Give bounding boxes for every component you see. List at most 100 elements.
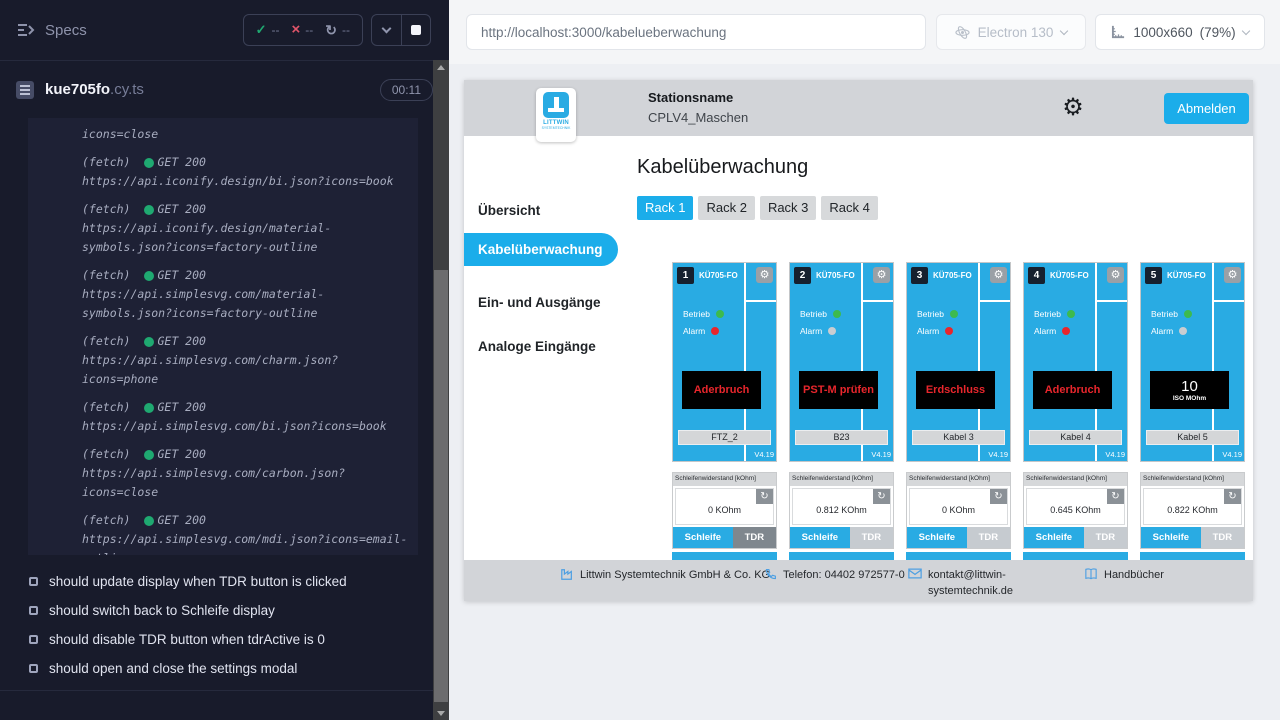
alarm-label: Alarm [1034, 326, 1056, 336]
test-item[interactable]: should disable TDR button when tdrActive… [0, 625, 449, 654]
log-entry[interactable]: (fetch)GET 200https://api.iconify.design… [82, 200, 408, 257]
resistance-panel-label: Schleifenwiderstand [kOhm] [790, 473, 893, 486]
resistance-display: ↻0 KOhm [909, 488, 1008, 525]
http-status: GET 200 [157, 398, 205, 417]
stop-button[interactable] [401, 15, 430, 45]
log-fetch-row: (fetch)GET 200 [82, 398, 408, 417]
log-entry[interactable]: (fetch)GET 200https://api.simplesvg.com/… [82, 266, 408, 323]
runner-scrollbar[interactable] [433, 60, 449, 720]
device-model: KÜ705-FO [933, 271, 972, 280]
rack-tabs: Rack 1Rack 2Rack 3Rack 4 [637, 196, 878, 220]
electron-icon [955, 25, 970, 40]
resistance-panel-label: Schleifenwiderstand [kOhm] [1024, 473, 1127, 486]
settings-gear-icon[interactable]: ⚙ [1060, 94, 1086, 120]
log-entry[interactable]: icons=close [82, 125, 408, 144]
betrieb-led-row: Betrieb [683, 309, 724, 319]
device-settings-button[interactable]: ⚙ [990, 267, 1007, 283]
schleife-button[interactable]: Schleife [673, 527, 733, 548]
rack-tab[interactable]: Rack 4 [821, 196, 877, 220]
fetch-label: (fetch) [82, 332, 130, 351]
aut-area: http://localhost:3000/kabelueberwachung … [449, 0, 1280, 720]
test-item[interactable]: should open and close the settings modal [0, 654, 449, 683]
refresh-button[interactable]: ↻ [1224, 489, 1241, 504]
fetch-label: (fetch) [82, 200, 130, 219]
sidebar-item--bersicht[interactable]: Übersicht [464, 194, 618, 227]
test-item[interactable]: should update display when TDR button is… [0, 567, 449, 596]
device-card: 5KÜ705-FO⚙BetriebAlarm10ISO MOhmKabel 5V… [1140, 262, 1245, 565]
refresh-button[interactable]: ↻ [990, 489, 1007, 504]
refresh-button[interactable]: ↻ [756, 489, 773, 504]
logout-button[interactable]: Abmelden [1164, 93, 1249, 124]
collapse-button[interactable] [372, 15, 401, 45]
viewport-size-select[interactable]: 1000x660 (79%) [1095, 14, 1265, 50]
gear-icon: ⚙ [994, 268, 1004, 281]
refresh-button[interactable]: ↻ [873, 489, 890, 504]
cable-name: B23 [795, 430, 888, 445]
page-title: Kabelüberwachung [637, 156, 808, 179]
url-input[interactable]: http://localhost:3000/kabelueberwachung [466, 14, 926, 50]
tdr-button[interactable]: TDR [1084, 527, 1127, 548]
success-dot-icon [144, 271, 154, 281]
scroll-up-arrow-icon[interactable] [433, 60, 449, 74]
x-icon: × [292, 25, 301, 35]
browser-select[interactable]: Electron 130 [936, 14, 1086, 50]
device-model: KÜ705-FO [1050, 271, 1089, 280]
device-settings-button[interactable]: ⚙ [1107, 267, 1124, 283]
schleife-button[interactable]: Schleife [1141, 527, 1201, 548]
status-alarm-text: Aderbruch [1045, 384, 1101, 396]
status-unit: ISO MOhm [1173, 395, 1206, 402]
schleife-button[interactable]: Schleife [1024, 527, 1084, 548]
tdr-button[interactable]: TDR [967, 527, 1010, 548]
spec-file-row[interactable]: kue705fo.cy.ts 00:11 [0, 61, 449, 118]
alarm-led-row: Alarm [1151, 326, 1187, 336]
stat-passed: ✓ -- [256, 22, 280, 38]
book-icon [1084, 568, 1098, 580]
footer-text: Telefon: 04402 972577-0 [783, 567, 923, 583]
scroll-down-arrow-icon[interactable] [433, 706, 449, 720]
footer-item: Telefon: 04402 972577-0 [764, 567, 923, 583]
rack-tab[interactable]: Rack 2 [698, 196, 754, 220]
browser-label: Electron 130 [978, 25, 1054, 40]
alarm-led-row: Alarm [917, 326, 953, 336]
fetch-label: (fetch) [82, 445, 130, 464]
cable-name: Kabel 4 [1029, 430, 1122, 445]
http-status: GET 200 [157, 200, 205, 219]
device-number: 1 [677, 267, 694, 284]
log-entry[interactable]: (fetch)GET 200https://api.simplesvg.com/… [82, 398, 408, 436]
log-entry[interactable]: (fetch)GET 200https://api.iconify.design… [82, 153, 408, 191]
sidebar-item-ein-und-ausg-nge[interactable]: Ein- und Ausgänge [464, 286, 618, 319]
resistance-panel-label: Schleifenwiderstand [kOhm] [673, 473, 776, 486]
alarm-led [1062, 327, 1070, 335]
gear-icon: ⚙ [1111, 268, 1121, 281]
app-sidebar: Übersicht Kabelüberwachung Ein- und Ausgän… [464, 136, 618, 560]
log-entry[interactable]: (fetch)GET 200https://api.simplesvg.com/… [82, 511, 408, 555]
log-entry[interactable]: (fetch)GET 200https://api.simplesvg.com/… [82, 332, 408, 389]
log-url-line: https://api.iconify.design/bi.json?icons… [82, 172, 408, 191]
sidebar-item-kabel-berwachung[interactable]: Kabelüberwachung [464, 233, 618, 266]
test-item[interactable]: should switch back to Schleife display [0, 596, 449, 625]
viewport-size-icon [1111, 25, 1126, 39]
rack-tab[interactable]: Rack 3 [760, 196, 816, 220]
sidebar-item-analoge-eing-nge[interactable]: Analoge Eingänge [464, 330, 618, 363]
rack-tab[interactable]: Rack 1 [637, 196, 693, 220]
test-title: should disable TDR button when tdrActive… [49, 632, 325, 647]
gear-icon: ⚙ [1228, 268, 1238, 281]
betrieb-led [1067, 310, 1075, 318]
tdr-button[interactable]: TDR [733, 527, 776, 548]
tdr-button[interactable]: TDR [850, 527, 893, 548]
footer-text: Littwin Systemtechnik GmbH & Co. KG [580, 567, 776, 583]
tdr-button[interactable]: TDR [1201, 527, 1244, 548]
device-settings-button[interactable]: ⚙ [756, 267, 773, 283]
http-status: GET 200 [157, 153, 205, 172]
scrollbar-thumb[interactable] [434, 270, 448, 702]
schleife-button[interactable]: Schleife [790, 527, 850, 548]
device-settings-button[interactable]: ⚙ [1224, 267, 1241, 283]
schleife-button[interactable]: Schleife [907, 527, 967, 548]
mode-buttons: SchleifeTDR [907, 527, 1010, 548]
log-entry[interactable]: (fetch)GET 200https://api.simplesvg.com/… [82, 445, 408, 502]
device-settings-button[interactable]: ⚙ [873, 267, 890, 283]
specs-list-icon[interactable] [16, 22, 36, 38]
status-display: Aderbruch [1033, 371, 1112, 409]
refresh-button[interactable]: ↻ [1107, 489, 1124, 504]
station-name: CPLV4_Maschen [648, 110, 748, 125]
